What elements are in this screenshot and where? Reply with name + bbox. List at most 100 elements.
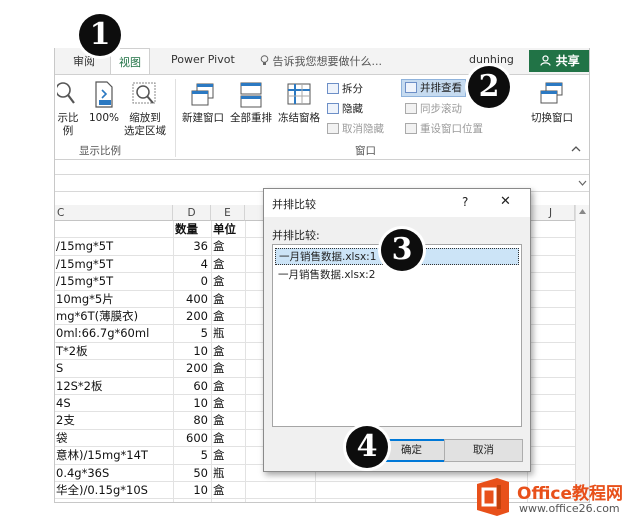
zoom-label: 示比例	[57, 112, 79, 137]
cell-qty[interactable]: 400	[173, 291, 208, 308]
zoom-100-button[interactable]: 100%	[87, 81, 121, 125]
user-name[interactable]: dunhing	[469, 53, 514, 66]
column-header-c[interactable]: C	[55, 205, 173, 221]
cell-unit[interactable]: 瓶	[213, 465, 243, 482]
cell-unit[interactable]: 盒	[213, 273, 243, 290]
freeze-panes-icon	[287, 83, 311, 105]
dialog-label: 并排比较:	[272, 229, 320, 242]
view-side-by-side-button[interactable]: 并排查看	[401, 79, 466, 97]
cell-qty[interactable]: 200	[173, 308, 208, 325]
step-badge-1: 1	[79, 14, 121, 56]
cell-unit[interactable]: 盒	[213, 256, 243, 273]
cell-spec[interactable]: 4S	[56, 395, 172, 412]
window-group-label: 窗口	[355, 145, 376, 157]
cell-spec[interactable]: 12S*2板	[56, 378, 172, 395]
tell-me-search[interactable]: 告诉我您想要做什么...	[260, 53, 382, 69]
close-button[interactable]: ✕	[500, 194, 511, 209]
cell-spec[interactable]: 0.4g*36S	[56, 465, 172, 482]
zoom-to-selection-button[interactable]: 缩放到 选定区域	[121, 81, 169, 138]
cell-spec[interactable]: /15mg*5T	[56, 273, 172, 290]
zoom-group-label: 显示比例	[79, 145, 121, 157]
tab-view[interactable]: 视图	[110, 48, 150, 74]
new-window-button[interactable]: 新建窗口	[179, 81, 227, 125]
cell-spec[interactable]: S	[56, 360, 172, 377]
split-button[interactable]: 拆分	[327, 81, 363, 97]
cell-spec[interactable]: 华全)/0.15g*10S	[56, 482, 172, 499]
cell-qty[interactable]: 10	[173, 395, 208, 412]
step-badge-3: 3	[381, 229, 423, 271]
help-button[interactable]: ?	[462, 195, 468, 209]
cell-spec[interactable]: 10mg*5片	[56, 291, 172, 308]
site-watermark: Office教程网 www.office26.com	[473, 474, 637, 522]
cell-qty[interactable]: 80	[173, 412, 208, 429]
reset-position-label: 重设窗口位置	[420, 123, 483, 135]
header-qty[interactable]: 数量	[175, 221, 198, 238]
cell-unit[interactable]: 盒	[213, 308, 243, 325]
column-header-j[interactable]: J	[527, 205, 575, 221]
cell-spec[interactable]: 0ml:66.7g*60ml	[56, 325, 172, 342]
cell-unit[interactable]: 盒	[213, 238, 243, 255]
cell-unit[interactable]: 盒	[213, 412, 243, 429]
reset-position-button[interactable]: 重设窗口位置	[405, 121, 483, 137]
column-header-d[interactable]: D	[173, 205, 211, 221]
cell-spec[interactable]: mg*6T(薄膜衣)	[56, 308, 172, 325]
cell-spec[interactable]: T*2板	[56, 343, 172, 360]
person-icon	[540, 55, 551, 66]
cell-unit[interactable]: 盒	[213, 430, 243, 447]
cell-qty[interactable]: 4	[173, 256, 208, 273]
cell-spec[interactable]: 2支	[56, 412, 172, 429]
cell-qty[interactable]: 0	[173, 273, 208, 290]
tab-power-pivot[interactable]: Power Pivot	[171, 53, 235, 66]
zoom-100-icon	[95, 81, 113, 108]
cell-unit[interactable]: 盒	[213, 378, 243, 395]
unhide-label: 取消隐藏	[342, 123, 384, 135]
scroll-up-icon[interactable]	[578, 208, 587, 215]
step-badge-4: 4	[346, 426, 388, 468]
cell-spec[interactable]: /15mg*5T	[56, 238, 172, 255]
cell-spec[interactable]: 意林)/15mg*14T	[56, 447, 172, 464]
collapse-ribbon-icon[interactable]	[571, 145, 581, 153]
cell-spec[interactable]: /15mg*5T	[56, 256, 172, 273]
switch-windows-icon	[540, 82, 563, 104]
cell-unit[interactable]: 盒	[213, 360, 243, 377]
hide-button[interactable]: 隐藏	[327, 101, 363, 117]
cell-qty[interactable]: 5	[173, 325, 208, 342]
cell-unit[interactable]: 盒	[213, 447, 243, 464]
magnifier-icon	[57, 82, 75, 104]
hide-label: 隐藏	[342, 103, 363, 115]
tab-review[interactable]: 审阅	[73, 53, 95, 69]
cell-qty[interactable]: 36	[173, 238, 208, 255]
column-header-e[interactable]: E	[211, 205, 245, 221]
new-window-icon	[191, 83, 214, 106]
sync-scroll-button[interactable]: 同步滚动	[405, 101, 462, 117]
cancel-button[interactable]: 取消	[444, 439, 523, 462]
cell-unit[interactable]: 盒	[213, 291, 243, 308]
cell-unit[interactable]: 盒	[213, 482, 243, 499]
switch-windows-button[interactable]: 切换窗口	[527, 81, 577, 125]
share-button[interactable]: 共享	[529, 50, 589, 72]
office-logo-icon	[477, 478, 509, 516]
cell-spec[interactable]: 袋	[56, 430, 172, 447]
arrange-all-button[interactable]: 全部重排	[227, 81, 275, 125]
chevron-down-icon[interactable]	[578, 180, 587, 187]
cell-qty[interactable]: 10	[173, 482, 208, 499]
vertical-scrollbar[interactable]	[575, 205, 589, 502]
cell-unit[interactable]: 盒	[213, 343, 243, 360]
step-badge-2: 2	[468, 66, 510, 108]
unhide-button[interactable]: 取消隐藏	[327, 121, 384, 137]
zoom-button[interactable]: 示比例	[55, 81, 81, 138]
cell-unit[interactable]: 瓶	[213, 325, 243, 342]
freeze-panes-button[interactable]: 冻结窗格	[275, 81, 323, 125]
cell-qty[interactable]: 60	[173, 378, 208, 395]
cell-qty[interactable]: 600	[173, 430, 208, 447]
cell-unit[interactable]: 盒	[213, 395, 243, 412]
cell-qty[interactable]: 200	[173, 360, 208, 377]
cell-qty[interactable]: 5	[173, 447, 208, 464]
workbook-list[interactable]: 一月销售数据.xlsx:1 一月销售数据.xlsx:2	[272, 244, 522, 427]
sync-scroll-icon	[405, 103, 417, 114]
reset-position-icon	[405, 123, 417, 134]
dialog-title: 并排比较	[272, 198, 316, 211]
cell-qty[interactable]: 10	[173, 343, 208, 360]
header-unit[interactable]: 单位	[213, 221, 236, 238]
cell-qty[interactable]: 50	[173, 465, 208, 482]
